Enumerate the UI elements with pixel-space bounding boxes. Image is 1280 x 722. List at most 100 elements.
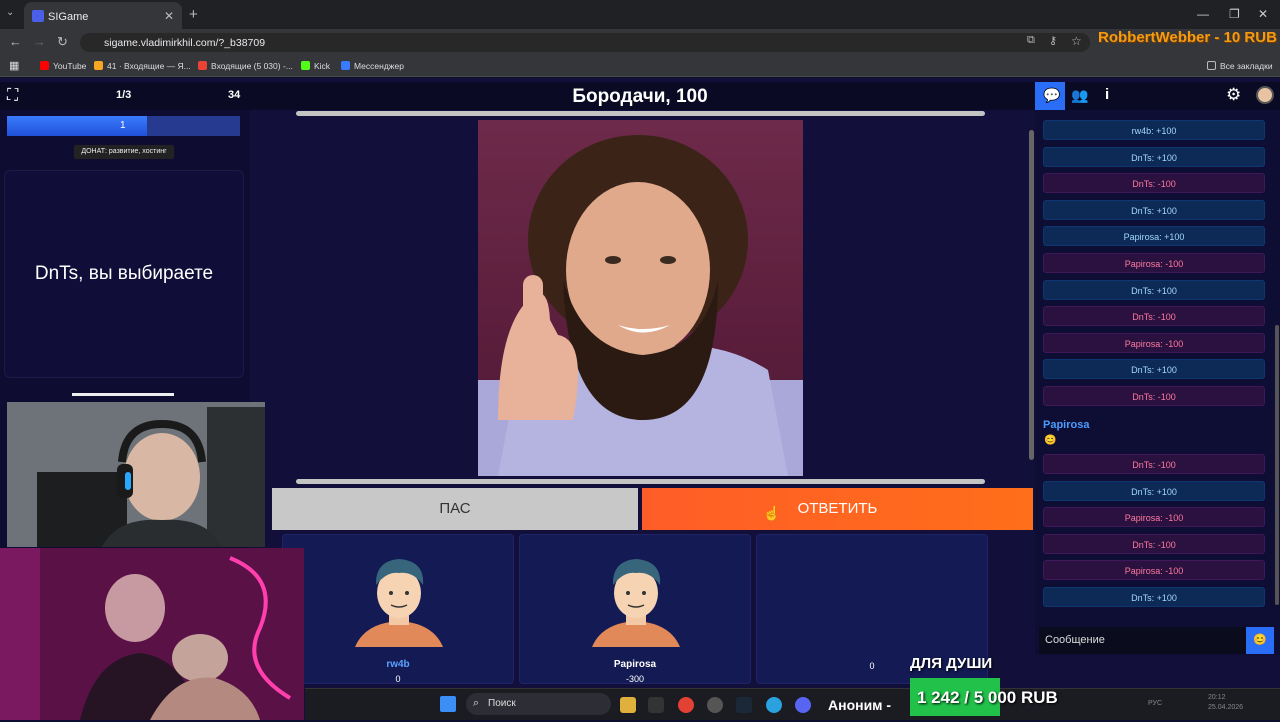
donate-tooltip[interactable]: ДОНАТ: развитие, хостинг [74,145,174,159]
messages_bottom-message: DnTs: +100 [1043,587,1265,607]
bookmark-star-icon[interactable]: ☆ [1071,34,1082,48]
minimize-button[interactable]: — [1197,7,1209,21]
bearded-man-photo [478,135,803,476]
chat-scrollbar[interactable] [1275,325,1279,605]
url-text: sigame.vladimirkhil.com/?_b38709 [104,37,266,49]
chat-bubble-icon: 💬 [1043,87,1061,103]
messages_top-message: DnTs: +100 [1043,199,1265,220]
pass-button[interactable]: ПАС [272,488,638,530]
chat-user-message: 😊 [1044,435,1057,446]
bookmark-yandex-mail[interactable]: 41 · Входящие — Я... [94,61,191,71]
chat-tab[interactable]: 💬 [1035,82,1065,110]
player-avatar-1 [355,559,443,647]
clock-time: 20:12 [1208,694,1226,701]
info-tab-icon[interactable]: i [1105,86,1109,103]
apps-grid-icon[interactable]: ▦ [9,59,19,72]
maximize-button[interactable]: ❐ [1229,7,1240,21]
tab-search-button[interactable]: ⌄ [6,7,14,18]
donation-anon-text: Аноним - [828,697,892,713]
install-app-icon[interactable]: ⧉ [1027,34,1035,47]
windows-start-icon[interactable] [440,696,456,712]
sigame-favicon-icon [32,10,44,22]
messages_bottom-message: Papirosa: -100 [1043,507,1265,528]
player-card-2[interactable]: Papirosa -300 [519,534,751,684]
score-counter: 34 [228,89,241,101]
player-name-2: Papirosa [613,659,657,670]
streamer-webcam [7,402,265,547]
obs-icon[interactable] [707,697,723,713]
messages_top-message: DnTs: -100 [1043,386,1265,406]
answer-button[interactable]: ОТВЕТИТЬ [642,488,1033,530]
emoji-icon: 😊 [1253,634,1267,646]
bookmark-kick[interactable]: Kick [301,61,330,71]
donation-alert-text: RobbertWebber - 10 RUB [1098,29,1277,46]
back-arrow-icon[interactable]: ← [9,34,22,49]
bookmarks-bar [0,56,1280,77]
donation-goal-amount: 1 242 / 5 000 RUB [917,688,1058,707]
tab-title: SIGame [48,11,89,23]
messages_bottom-message: Papirosa: -100 [1043,560,1265,581]
language-indicator[interactable]: РУС [1148,700,1162,707]
search-icon: ⌕ [473,697,480,709]
telegram-icon[interactable] [766,697,782,713]
messages_top-message: Papirosa: -100 [1043,253,1265,273]
bookmark-messenger[interactable]: Мессенджер [341,61,404,71]
messages_top-message: Papirosa: -100 [1043,332,1265,353]
messages_top-message: DnTs: +100 [1043,146,1265,167]
user-avatar[interactable] [1256,86,1274,104]
player-name-1: rw4b [386,659,410,670]
browser-tab[interactable]: SIGame ✕ [24,2,182,29]
taskbar-clock: 20:12 25.04.2026 [1208,693,1243,713]
file-explorer-icon[interactable] [620,697,636,713]
settings-gear-icon[interactable]: ⚙ [1226,85,1241,105]
emoji-button[interactable]: 😊 [1246,627,1274,654]
messages_bottom-message: DnTs: +100 [1043,480,1265,501]
messages_bottom-message: DnTs: -100 [1043,533,1265,554]
choose-message-box: DnTs, вы выбираете [4,170,244,378]
bookmark-youtube[interactable]: YouTube [40,61,86,71]
left-timer-bar [72,393,174,396]
bookmark-gmail[interactable]: Входящие (5 030) -... [198,61,293,71]
sigame-logo-icon[interactable]: ⛶ [7,87,18,105]
messages_top-message: DnTs: -100 [1043,173,1265,194]
taskbar-search[interactable]: ⌕ Поиск [466,693,611,715]
reload-icon[interactable]: ↻ [57,34,68,50]
chrome-icon[interactable] [678,697,694,713]
password-key-icon[interactable]: ⚷ [1049,34,1057,47]
question-title: Бородачи, 100 [572,86,708,107]
url-field[interactable]: sigame.vladimirkhil.com/?_b38709 [80,33,1090,52]
player-score-2: -300 [625,674,644,684]
forward-arrow-icon[interactable]: → [33,34,46,49]
messages_top-message: Papirosa: +100 [1043,226,1265,247]
app-h-icon[interactable] [648,697,664,713]
cursor-hand-icon: ☝ [763,505,781,521]
streamer-webcam-image [7,402,265,547]
donation-goal-label: ДЛЯ ДУШИ [910,655,993,672]
messages_top-message: DnTs: -100 [1043,306,1265,327]
round-counter: 1/3 [116,89,132,101]
messages_top-message: DnTs: +100 [1043,359,1265,380]
messages_top-message: rw4b: +100 [1043,120,1265,140]
players-tab-icon[interactable]: 👥 [1071,87,1088,104]
messages_bottom-message: DnTs: -100 [1043,454,1265,474]
all-bookmarks-link[interactable]: Все закладки [1207,61,1273,71]
messages_top-message: DnTs: +100 [1043,279,1265,300]
close-window-button[interactable]: ✕ [1258,7,1268,21]
new-tab-button[interactable]: + [189,6,198,23]
timer-bar-top [296,111,985,116]
chat-author: Papirosa [1043,419,1090,431]
choose-message: DnTs, вы выбираете [34,263,214,284]
guest-webcam-image [0,548,304,720]
message-input[interactable]: Сообщение [1039,627,1246,654]
taskbar-search-label: Поиск [488,698,516,709]
progress-value: 1 [120,120,126,131]
close-tab-icon[interactable]: ✕ [164,9,174,23]
main-scrollbar[interactable] [1029,130,1034,460]
timer-bar-bottom [296,479,985,484]
player-card-1[interactable]: rw4b 0 [282,534,514,684]
steam-icon[interactable] [736,697,752,713]
question-image [478,120,803,476]
discord-icon[interactable] [795,697,811,713]
guest-webcam [0,548,304,720]
clock-date: 25.04.2026 [1208,704,1244,711]
